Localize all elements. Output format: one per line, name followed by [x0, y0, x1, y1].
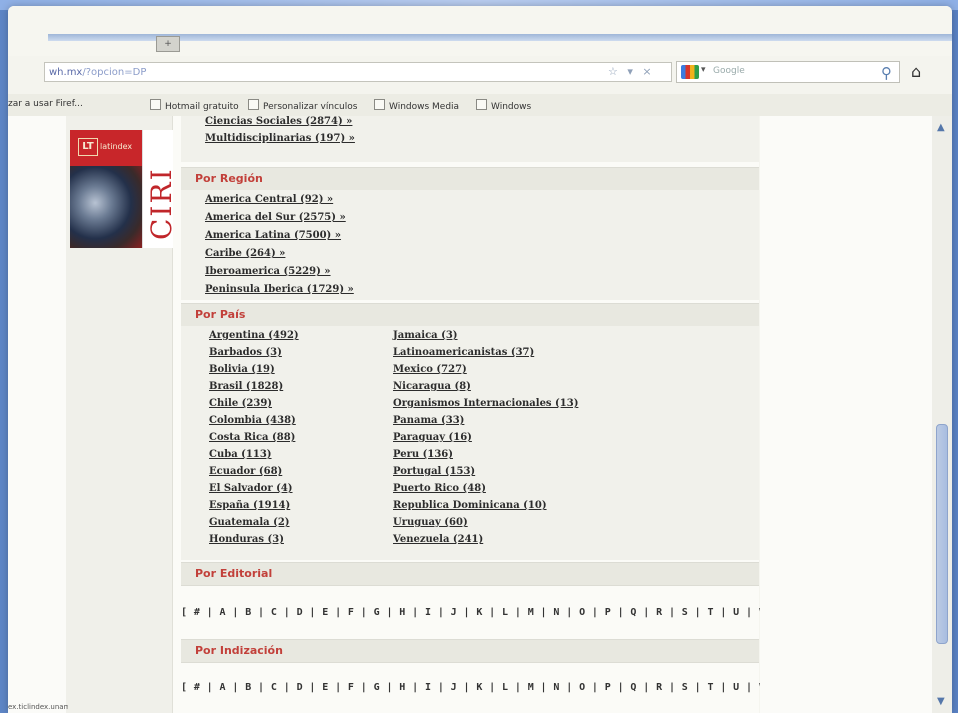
link-pais[interactable]: Peru (136): [393, 449, 453, 460]
tab-strip: [48, 34, 952, 41]
link-pais[interactable]: Argentina (492): [209, 330, 299, 341]
bookmark-item[interactable]: Hotmail gratuito: [150, 99, 239, 112]
bookmark-item[interactable]: Personalizar vínculos: [248, 99, 357, 112]
section-header-region: Por Región: [181, 167, 759, 191]
link-pais[interactable]: Organismos Internacionales (13): [393, 398, 578, 409]
section-header-pais: Por País: [181, 303, 759, 327]
link-pais[interactable]: Bolivia (19): [209, 364, 275, 375]
chevron-down-icon[interactable]: ▾: [701, 65, 706, 75]
vertical-scrollbar[interactable]: ▲ ▼: [932, 116, 952, 713]
link-ciencias-sociales[interactable]: Ciencias Sociales (2874) »: [205, 116, 352, 127]
link-pais[interactable]: Colombia (438): [209, 415, 296, 426]
link-region[interactable]: Caribe (264) »: [205, 248, 285, 259]
bookmark-icon: [248, 99, 259, 110]
scroll-up-icon[interactable]: ▲: [937, 122, 945, 133]
url-host: wh.mx: [49, 67, 83, 78]
bookmark-icon: [476, 99, 487, 110]
scroll-thumb[interactable]: [936, 424, 948, 644]
new-tab-button[interactable]: +: [156, 36, 180, 52]
logo-word: latindex: [100, 142, 133, 151]
link-pais[interactable]: Venezuela (241): [393, 534, 483, 545]
link-pais[interactable]: Costa Rica (88): [209, 432, 295, 443]
link-pais[interactable]: Latinoamericanistas (37): [393, 347, 534, 358]
left-margin: [8, 116, 66, 713]
address-bar-icons[interactable]: ☆ ▾ ×: [608, 65, 655, 78]
page-content: LT latindex CIRI Ciencias Sociales (2874…: [8, 116, 952, 713]
address-bar[interactable]: wh.mx/?opcion=DP: [44, 62, 672, 82]
link-pais[interactable]: Guatemala (2): [209, 517, 290, 528]
link-pais[interactable]: Brasil (1828): [209, 381, 283, 392]
search-input[interactable]: ▾ Google: [676, 61, 900, 83]
section-header-editorial: Por Editorial: [181, 562, 759, 586]
logo-mark: LT: [78, 138, 98, 156]
bookmark-item[interactable]: zar a usar Firef...: [8, 99, 83, 109]
link-pais[interactable]: Ecuador (68): [209, 466, 282, 477]
link-region[interactable]: Peninsula Iberica (1729) »: [205, 284, 354, 295]
section-header-indizacion: Por Indización: [181, 639, 759, 663]
link-pais[interactable]: Paraguay (16): [393, 432, 472, 443]
link-region[interactable]: America del Sur (2575) »: [205, 212, 346, 223]
tab-bar: +: [8, 6, 952, 56]
search-placeholder: Google: [713, 66, 745, 76]
bookmarks-bar: zar a usar Firef... Hotmail gratuito Per…: [8, 94, 952, 117]
link-region[interactable]: Iberoamerica (5229) »: [205, 266, 331, 277]
link-pais[interactable]: España (1914): [209, 500, 290, 511]
bookmark-icon: [374, 99, 385, 110]
right-panel: [760, 116, 932, 713]
bookmark-icon: [150, 99, 161, 110]
browser-window: + wh.mx/?opcion=DP ☆ ▾ × ▾ Google ⚲ ⌂ za…: [8, 6, 952, 713]
link-pais[interactable]: Portugal (153): [393, 466, 475, 477]
link-pais[interactable]: Cuba (113): [209, 449, 272, 460]
status-bar: ex.ticlindex.unam.mx: [8, 703, 68, 711]
ciri-banner: CIRI: [142, 130, 178, 248]
search-engine-icon[interactable]: [681, 65, 699, 79]
link-pais[interactable]: Honduras (3): [209, 534, 284, 545]
home-icon[interactable]: ⌂: [911, 62, 921, 81]
link-pais[interactable]: El Salvador (4): [209, 483, 293, 494]
url-path: /?opcion=DP: [82, 67, 147, 78]
link-pais[interactable]: Mexico (727): [393, 364, 467, 375]
link-pais[interactable]: Uruguay (60): [393, 517, 468, 528]
scroll-down-icon[interactable]: ▼: [937, 696, 945, 707]
link-pais[interactable]: Nicaragua (8): [393, 381, 471, 392]
link-pais[interactable]: Jamaica (3): [393, 330, 458, 341]
link-pais[interactable]: Republica Dominicana (10): [393, 500, 547, 511]
bookmark-item[interactable]: Windows: [476, 99, 531, 112]
link-pais[interactable]: Puerto Rico (48): [393, 483, 486, 494]
bookmark-item[interactable]: Windows Media: [374, 99, 459, 112]
link-pais[interactable]: Barbados (3): [209, 347, 282, 358]
link-multidisciplinarias[interactable]: Multidisciplinarias (197) »: [205, 133, 355, 144]
link-region[interactable]: America Latina (7500) »: [205, 230, 341, 241]
link-pais[interactable]: Chile (239): [209, 398, 272, 409]
latindex-logo[interactable]: LT latindex: [70, 130, 142, 166]
link-pais[interactable]: Panama (33): [393, 415, 464, 426]
search-icon[interactable]: ⚲: [881, 64, 892, 82]
link-region[interactable]: America Central (92) »: [205, 194, 333, 205]
directory-page: Ciencias Sociales (2874) » Multidiscipli…: [173, 116, 880, 713]
banner-image: [70, 166, 142, 248]
